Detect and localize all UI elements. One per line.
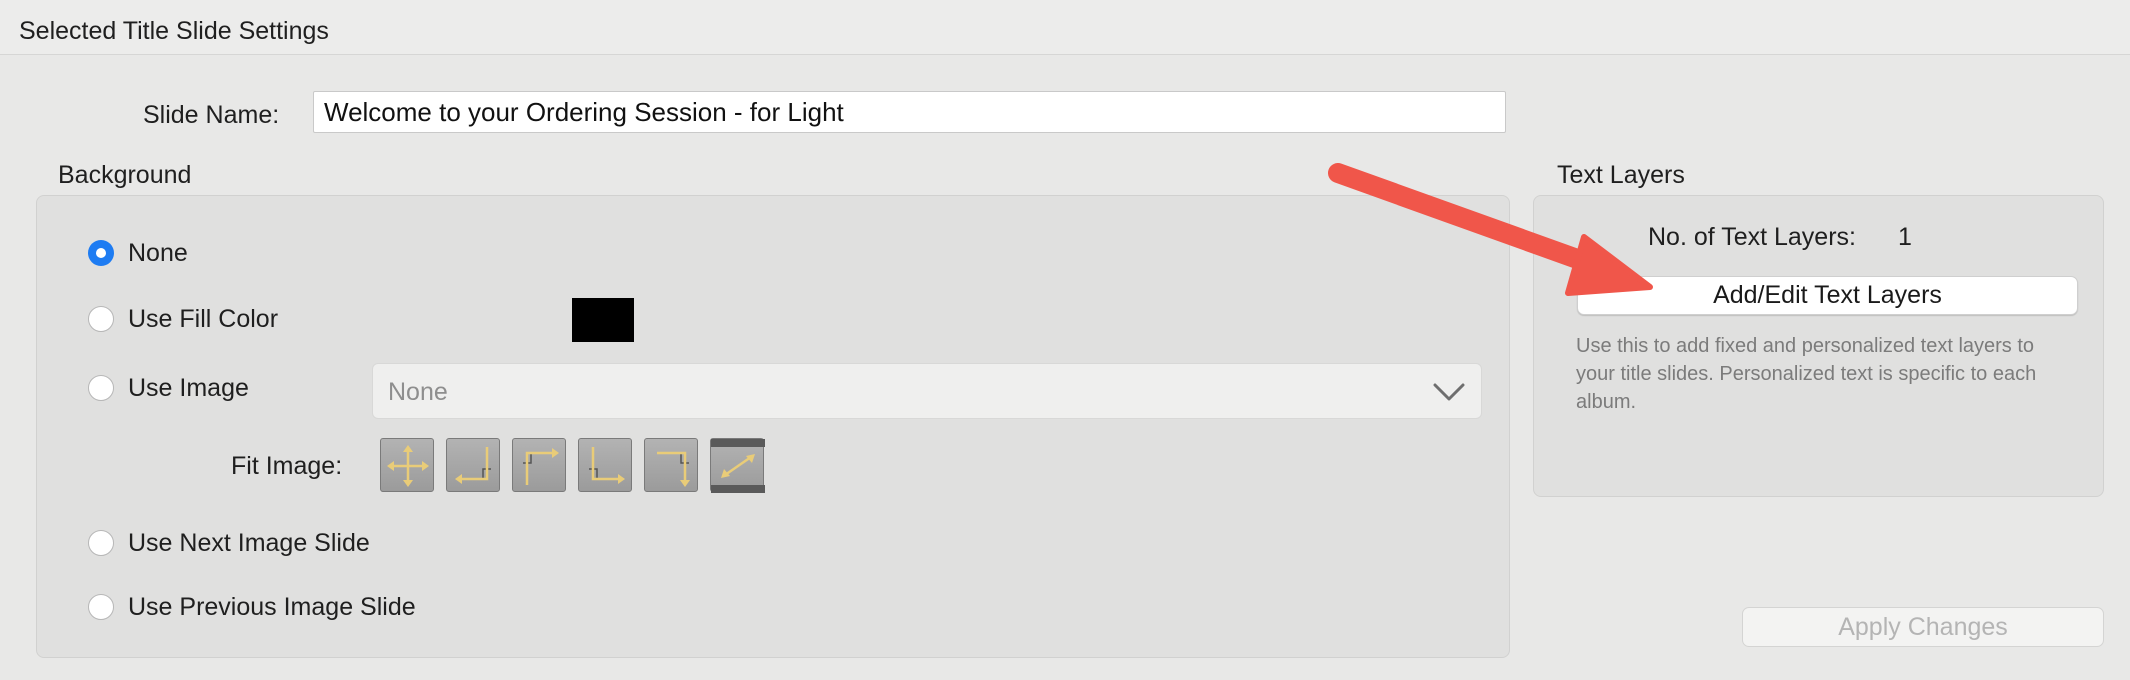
fit-bottom-left-button[interactable] <box>578 438 632 492</box>
fit-top-left-button[interactable] <box>512 438 566 492</box>
fit-image-label: Fit Image: <box>231 452 343 480</box>
fill-color-swatch[interactable] <box>572 298 634 342</box>
text-layers-count-value: 1 <box>1898 223 1912 251</box>
slide-name-label: Slide Name: <box>143 101 280 129</box>
add-edit-text-layers-button[interactable]: Add/Edit Text Layers <box>1577 276 2078 315</box>
radio-use-image[interactable] <box>88 375 114 401</box>
background-group <box>36 195 1510 658</box>
panel-title: Selected Title Slide Settings <box>19 17 329 45</box>
radio-use-next-image-slide[interactable] <box>88 530 114 556</box>
text-layers-count-label: No. of Text Layers: <box>1648 223 1856 251</box>
image-select[interactable]: None <box>372 363 1482 419</box>
radio-use-fill-color[interactable] <box>88 306 114 332</box>
fit-top-left-icon <box>523 448 559 485</box>
radio-none-label: None <box>128 239 188 267</box>
slide-name-input[interactable] <box>313 91 1506 133</box>
fit-bottom-left-icon <box>589 447 625 484</box>
apply-changes-button[interactable]: Apply Changes <box>1742 607 2104 647</box>
chevron-down-icon <box>1433 383 1465 401</box>
radio-use-fill-color-label: Use Fill Color <box>128 305 279 333</box>
radio-use-previous-image-slide-label: Use Previous Image Slide <box>128 593 416 621</box>
radio-none[interactable] <box>88 240 114 266</box>
radio-use-image-label: Use Image <box>128 374 249 402</box>
radio-use-next-image-slide-label: Use Next Image Slide <box>128 529 370 557</box>
fit-top-right-icon <box>657 451 690 487</box>
panel-title-bar: Selected Title Slide Settings <box>0 0 2130 55</box>
fit-center-button[interactable] <box>380 438 434 492</box>
text-layers-help-text: Use this to add fixed and personalized t… <box>1576 335 2037 413</box>
fit-bottom-right-button[interactable] <box>446 438 500 492</box>
fit-top-right-button[interactable] <box>644 438 698 492</box>
text-layers-heading: Text Layers <box>1557 161 1685 189</box>
fit-bottom-right-icon <box>455 447 491 484</box>
background-heading: Background <box>58 161 192 189</box>
fit-center-icon <box>387 445 429 487</box>
image-select-value: None <box>388 378 448 406</box>
radio-use-previous-image-slide[interactable] <box>88 594 114 620</box>
fit-stretch-button[interactable] <box>710 438 765 493</box>
fit-stretch-icon <box>711 439 765 493</box>
